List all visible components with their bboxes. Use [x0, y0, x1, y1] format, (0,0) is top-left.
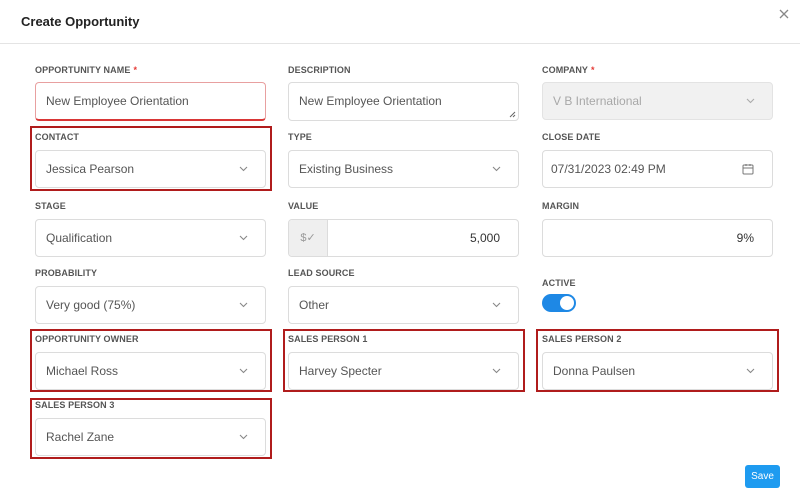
type-select[interactable]: Existing Business: [288, 150, 519, 188]
active-label: ACTIVE: [542, 278, 576, 288]
highlight-box-contact: [30, 126, 272, 191]
description-label: DESCRIPTION: [288, 65, 351, 75]
margin-input[interactable]: 9%: [542, 219, 773, 257]
stage-select[interactable]: Qualification: [35, 219, 266, 257]
opportunity-name-input[interactable]: New Employee Orientation: [35, 82, 266, 121]
highlight-box-sales-person-3: [30, 398, 272, 459]
type-field: TYPE Existing Business: [288, 132, 519, 188]
margin-field: MARGIN 9%: [542, 201, 773, 257]
company-select: V B International: [542, 82, 773, 120]
company-label: COMPANY: [542, 65, 589, 75]
highlight-box-sales-person-1: [283, 329, 525, 392]
close-icon[interactable]: [777, 7, 791, 21]
calendar-icon[interactable]: [742, 162, 754, 175]
dialog-title: Create Opportunity: [21, 14, 140, 29]
required-mark: *: [591, 65, 595, 75]
type-label: TYPE: [288, 132, 312, 142]
opportunity-name-label: OPPORTUNITY NAME: [35, 65, 131, 75]
highlight-box-sales-person-2: [536, 329, 779, 392]
required-mark: *: [133, 65, 138, 75]
margin-label: MARGIN: [542, 201, 580, 211]
active-toggle[interactable]: [542, 294, 576, 312]
stage-field: STAGE Qualification: [35, 201, 266, 257]
lead-source-select[interactable]: Other: [288, 286, 519, 324]
currency-prefix: $✓: [289, 220, 328, 256]
lead-source-label: LEAD SOURCE: [288, 268, 355, 278]
value-amount: 5,000: [469, 231, 500, 245]
value-label: VALUE: [288, 201, 319, 211]
description-field: DESCRIPTION New Employee Orientation: [288, 65, 519, 123]
type-value: Existing Business: [299, 162, 394, 176]
probability-field: PROBABILITY Very good (75%): [35, 268, 266, 324]
close-date-field: CLOSE DATE 07/31/2023 02:49 PM: [542, 132, 773, 188]
description-value: New Employee Orientation: [299, 94, 442, 108]
description-textarea[interactable]: New Employee Orientation: [288, 82, 519, 121]
resize-handle-icon[interactable]: [509, 111, 516, 118]
lead-source-field: LEAD SOURCE Other: [288, 268, 519, 324]
margin-value: 9%: [736, 231, 754, 245]
probability-label: PROBABILITY: [35, 268, 98, 278]
toggle-knob: [560, 296, 574, 310]
stage-label: STAGE: [35, 201, 66, 211]
probability-select[interactable]: Very good (75%): [35, 286, 266, 324]
highlight-box-opportunity-owner: [30, 329, 272, 392]
probability-value: Very good (75%): [46, 298, 136, 312]
company-value: V B International: [553, 94, 642, 108]
stage-value: Qualification: [46, 231, 113, 245]
opportunity-name-field: OPPORTUNITY NAME * New Employee Orientati…: [35, 65, 266, 123]
dialog-header: Create Opportunity: [0, 0, 800, 44]
chevron-down-icon: [238, 299, 249, 310]
chevron-down-icon: [745, 95, 756, 106]
lead-source-value: Other: [299, 298, 330, 312]
value-field: VALUE $✓ 5,000: [288, 201, 519, 257]
value-input[interactable]: $✓ 5,000: [288, 219, 519, 257]
chevron-down-icon: [491, 299, 502, 310]
opportunity-name-value: New Employee Orientation: [46, 94, 189, 108]
active-field: ACTIVE: [542, 278, 622, 318]
company-field: COMPANY * V B International: [542, 65, 773, 123]
chevron-down-icon: [491, 163, 502, 174]
close-date-label: CLOSE DATE: [542, 132, 601, 142]
chevron-down-icon: [238, 232, 249, 243]
save-button[interactable]: Save: [745, 465, 780, 488]
close-date-input[interactable]: 07/31/2023 02:49 PM: [542, 150, 773, 188]
close-date-value: 07/31/2023 02:49 PM: [551, 162, 666, 176]
